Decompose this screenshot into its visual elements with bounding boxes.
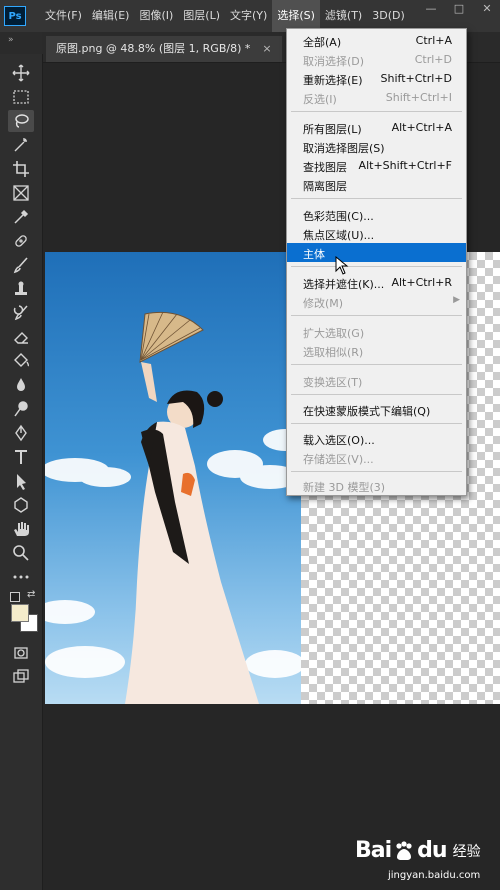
screen-mode-icon[interactable]: [8, 666, 34, 688]
menu-separator: [291, 364, 462, 365]
paint-bucket-tool-icon[interactable]: [8, 350, 34, 372]
menu-item-grow[interactable]: 扩大选取(G): [287, 322, 466, 341]
menu-item-subject[interactable]: 主体: [287, 243, 466, 262]
swap-colors-icon[interactable]: ⇄: [27, 589, 35, 600]
more-tools-icon[interactable]: [8, 566, 34, 588]
type-tool-icon[interactable]: [8, 446, 34, 468]
menu-separator: [291, 394, 462, 395]
select-menu-dropdown: 全部(A) Ctrl+A 取消选择(D) Ctrl+D 重新选择(E) Shift+C…: [286, 28, 467, 496]
window-controls: — □ ✕: [424, 3, 494, 14]
menu-separator: [291, 315, 462, 316]
menu-item-reselect[interactable]: 重新选择(E) Shift+Ctrl+D: [287, 69, 466, 88]
crop-tool-icon[interactable]: [8, 158, 34, 180]
shape-tool-icon[interactable]: [8, 494, 34, 516]
hand-tool-icon[interactable]: [8, 518, 34, 540]
menu-item-transform-selection[interactable]: 变换选区(T): [287, 371, 466, 390]
menu-type[interactable]: 文字(Y): [225, 0, 272, 32]
watermark-brand: Bai: [355, 838, 392, 863]
menu-item-similar[interactable]: 选取相似(R): [287, 341, 466, 360]
menu-item-deselect-layers[interactable]: 取消选择图层(S): [287, 137, 466, 156]
blur-tool-icon[interactable]: [8, 374, 34, 396]
default-colors-icon[interactable]: [10, 592, 20, 602]
menu-separator: [291, 423, 462, 424]
photo-subject-image: [45, 252, 301, 704]
menu-layer[interactable]: 图层(L): [178, 0, 225, 32]
eyedropper-tool-icon[interactable]: [8, 206, 34, 228]
menu-item-deselect[interactable]: 取消选择(D) Ctrl+D: [287, 50, 466, 69]
brush-tool-icon[interactable]: [8, 254, 34, 276]
tab-close-icon[interactable]: ×: [262, 42, 271, 55]
baidu-watermark: Bai du 经验: [355, 838, 481, 863]
restore-icon[interactable]: □: [452, 3, 466, 14]
menu-item-all-layers[interactable]: 所有图层(L) Alt+Ctrl+A: [287, 118, 466, 137]
zoom-tool-icon[interactable]: [8, 542, 34, 564]
panel-collapse-strip: »: [0, 32, 42, 54]
menu-item-inverse[interactable]: 反选(I) Shift+Ctrl+I: [287, 88, 466, 107]
menu-edit[interactable]: 编辑(E): [87, 0, 135, 32]
marquee-tool-icon[interactable]: [8, 86, 34, 108]
menu-item-save-selection[interactable]: 存储选区(V)...: [287, 448, 466, 467]
menu-separator: [291, 266, 462, 267]
document-tab-title: 原图.png @ 48.8% (图层 1, RGB/8) *: [56, 42, 251, 55]
collapse-arrows-icon[interactable]: »: [8, 35, 14, 45]
eraser-tool-icon[interactable]: [8, 326, 34, 348]
pen-tool-icon[interactable]: [8, 422, 34, 444]
watermark-cn: 经验: [452, 843, 481, 860]
menu-item-quick-mask[interactable]: 在快速蒙版模式下编辑(Q): [287, 400, 466, 419]
menu-item-modify[interactable]: 修改(M) ▶: [287, 292, 466, 311]
mouse-cursor-icon: [335, 256, 349, 275]
menu-item-isolate-layers[interactable]: 隔离图层: [287, 175, 466, 194]
lasso-tool-icon[interactable]: [8, 110, 34, 132]
path-select-tool-icon[interactable]: [8, 470, 34, 492]
stamp-tool-icon[interactable]: [8, 278, 34, 300]
watermark-url: jingyan.baidu.com: [388, 870, 481, 881]
menu-item-new-3d-model[interactable]: 新建 3D 模型(3): [287, 476, 466, 495]
baidu-paw-icon: [396, 840, 412, 860]
menu-separator: [291, 198, 462, 199]
menu-item-focus-area[interactable]: 焦点区域(U)...: [287, 224, 466, 243]
menu-separator: [291, 111, 462, 112]
menu-item-select-and-mask[interactable]: 选择并遮住(K)... Alt+Ctrl+R: [287, 273, 466, 292]
minimize-icon[interactable]: —: [424, 3, 438, 14]
document-tab[interactable]: 原图.png @ 48.8% (图层 1, RGB/8) * ×: [46, 36, 282, 62]
photoshop-logo: Ps: [4, 6, 26, 26]
menu-file[interactable]: 文件(F): [40, 0, 87, 32]
history-brush-tool-icon[interactable]: [8, 302, 34, 324]
quick-select-tool-icon[interactable]: [8, 134, 34, 156]
submenu-arrow-icon: ▶: [453, 295, 460, 305]
frame-tool-icon[interactable]: [8, 182, 34, 204]
menu-item-select-all[interactable]: 全部(A) Ctrl+A: [287, 31, 466, 50]
healing-tool-icon[interactable]: [8, 230, 34, 252]
quick-mask-icon[interactable]: [8, 642, 34, 664]
tools-panel: ⇄: [0, 54, 43, 890]
move-tool-icon[interactable]: [8, 62, 34, 84]
close-icon[interactable]: ✕: [480, 3, 494, 14]
dodge-tool-icon[interactable]: [8, 398, 34, 420]
menu-image[interactable]: 图像(I): [134, 0, 178, 32]
menu-item-load-selection[interactable]: 载入选区(O)...: [287, 429, 466, 448]
watermark-brand-2: du: [417, 838, 447, 863]
menu-separator: [291, 471, 462, 472]
foreground-color-swatch[interactable]: [11, 604, 29, 622]
menu-item-find-layers[interactable]: 查找图层 Alt+Shift+Ctrl+F: [287, 156, 466, 175]
menu-item-color-range[interactable]: 色彩范围(C)...: [287, 205, 466, 224]
